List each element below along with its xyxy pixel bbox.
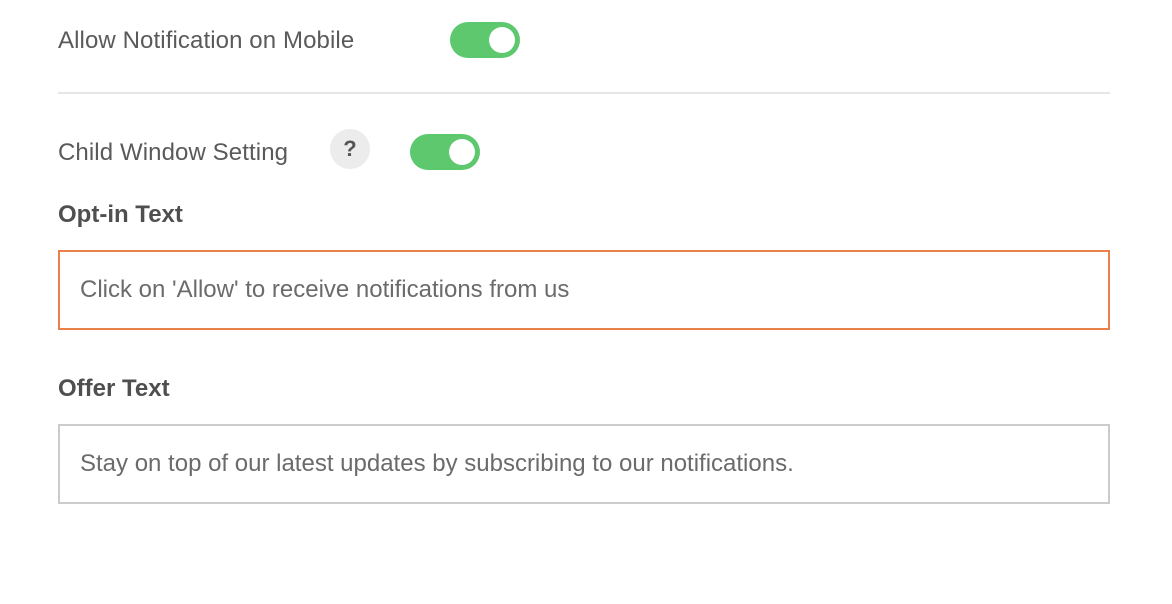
child-window-label: Child Window Setting: [58, 139, 289, 166]
offer-text-label: Offer Text: [58, 375, 170, 402]
toggle-knob: [449, 139, 475, 165]
mobile-notification-toggle[interactable]: [450, 22, 520, 58]
toggle-knob: [489, 27, 515, 53]
opt-in-text-label: Opt-in Text: [58, 201, 183, 228]
mobile-notification-label: Allow Notification on Mobile: [58, 27, 355, 54]
opt-in-text-input[interactable]: [58, 250, 1110, 330]
offer-text-input[interactable]: [58, 424, 1110, 504]
section-divider: [58, 92, 1110, 94]
child-window-toggle[interactable]: [410, 134, 480, 170]
help-icon[interactable]: ?: [330, 129, 370, 169]
